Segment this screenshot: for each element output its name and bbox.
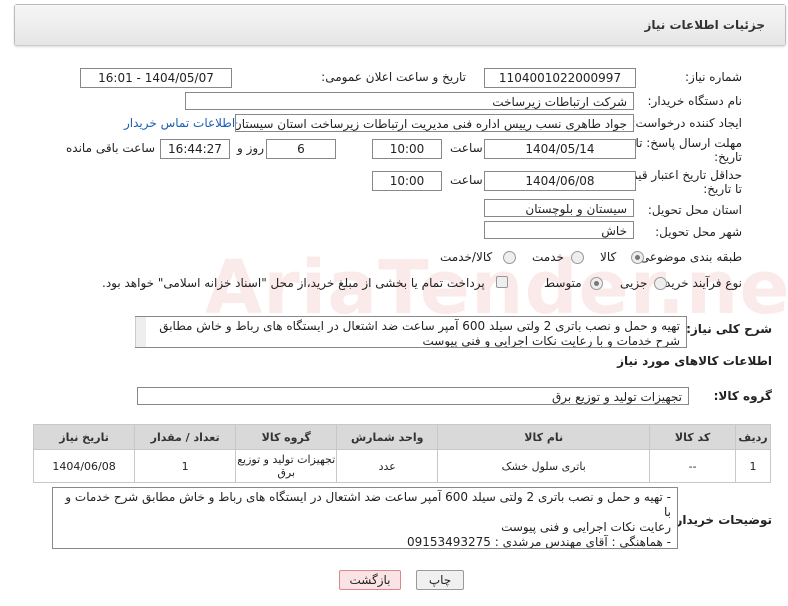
buyer-notes-line-1: - تهیه و حمل و نصب باتری 2 ولتی سیلد 600… bbox=[65, 490, 671, 519]
category-both-radio[interactable] bbox=[503, 251, 516, 264]
col-name: نام کالا bbox=[437, 424, 651, 450]
deadline-time-field: 10:00 bbox=[372, 139, 442, 159]
goods-section-title: اطلاعات کالاهای مورد نیاز bbox=[617, 354, 772, 368]
buyer-org-field: شرکت ارتباطات زیرساخت bbox=[185, 92, 634, 110]
cell-unit: عدد bbox=[336, 449, 439, 483]
process-minor-radio[interactable] bbox=[654, 277, 667, 290]
cell-date: 1404/06/08 bbox=[32, 449, 136, 483]
description-label: شرح کلی نیاز: bbox=[686, 322, 772, 336]
goods-group-field: تجهیزات تولید و توزیع برق bbox=[137, 387, 689, 405]
category-goods-label: کالا bbox=[600, 250, 617, 264]
col-qty: تعداد / مقدار bbox=[134, 424, 237, 450]
payment-note: پرداخت تمام یا بخشی از مبلغ خرید،از محل … bbox=[102, 276, 485, 290]
description-scrollbar[interactable] bbox=[135, 317, 146, 347]
validity-label-2: تا تاریخ: bbox=[703, 182, 742, 196]
buyer-org-label: نام دستگاه خریدار: bbox=[647, 94, 743, 108]
col-code: کد کالا bbox=[649, 424, 736, 450]
creator-field: جواد طاهری نسب رییس اداره فنی مدیریت ارت… bbox=[235, 114, 634, 132]
days-field: 6 bbox=[266, 139, 336, 159]
announce-label: تاریخ و ساعت اعلان عمومی: bbox=[321, 70, 466, 84]
goods-table: ردیف کد کالا نام کالا واحد شمارش گروه کا… bbox=[32, 424, 771, 483]
details-panel: جزئیات اطلاعات نیاز bbox=[14, 4, 786, 46]
need-number-label: شماره نیاز: bbox=[685, 70, 742, 84]
panel-title: جزئیات اطلاعات نیاز bbox=[644, 18, 765, 32]
validity-time-field: 10:00 bbox=[372, 171, 442, 191]
deadline-time-label: ساعت bbox=[450, 141, 483, 155]
city-field: خاش bbox=[484, 221, 634, 239]
need-number-field: 1104001022000997 bbox=[484, 68, 636, 88]
description-textarea[interactable]: تهیه و حمل و نصب باتری 2 ولتی سیلد 600 آ… bbox=[135, 316, 687, 348]
category-label: طبقه بندی موضوعی: bbox=[635, 250, 742, 264]
validity-time-label: ساعت bbox=[450, 173, 483, 187]
process-medium-label: متوسط bbox=[544, 276, 582, 290]
description-text: تهیه و حمل و نصب باتری 2 ولتی سیلد 600 آ… bbox=[159, 319, 680, 348]
category-service-label: خدمت bbox=[532, 250, 564, 264]
announce-field: 1404/05/07 - 16:01 bbox=[80, 68, 232, 88]
col-unit: واحد شمارش bbox=[336, 424, 439, 450]
cell-group: تجهیزات تولید و توزیع برق bbox=[235, 449, 338, 483]
cell-qty: 1 bbox=[134, 449, 237, 483]
deadline-date-field: 1404/05/14 bbox=[484, 139, 636, 159]
days-label: روز و bbox=[237, 141, 264, 155]
col-date: تاریخ نیاز bbox=[32, 424, 136, 450]
process-minor-label: جزیی bbox=[620, 276, 648, 290]
validity-date-field: 1404/06/08 bbox=[484, 171, 636, 191]
city-label: شهر محل تحویل: bbox=[655, 225, 742, 239]
province-field: سیستان و بلوچستان bbox=[484, 199, 634, 217]
category-both-label: کالا/خدمت bbox=[440, 250, 493, 264]
col-group: گروه کالا bbox=[235, 424, 338, 450]
deadline-label-2: تاریخ: bbox=[714, 150, 742, 164]
creator-label: ایجاد کننده درخواست: bbox=[631, 116, 742, 130]
col-row: ردیف bbox=[735, 424, 771, 450]
cell-row: 1 bbox=[735, 449, 771, 483]
back-button[interactable]: بازگشت bbox=[339, 570, 401, 590]
treasury-checkbox[interactable] bbox=[496, 276, 508, 288]
deadline-label: مهلت ارسال پاسخ: تا bbox=[635, 136, 742, 150]
buyer-notes-textarea[interactable]: - تهیه و حمل و نصب باتری 2 ولتی سیلد 600… bbox=[52, 487, 678, 549]
buyer-notes-line-2: رعایت نکات اجرایی و فنی پیوست bbox=[501, 520, 671, 534]
goods-table-header: ردیف کد کالا نام کالا واحد شمارش گروه کا… bbox=[32, 424, 771, 450]
buyer-notes-line-3: - هماهنگی : آقای مهندس مرشدی : 091534932… bbox=[406, 535, 671, 549]
goods-group-label: گروه کالا: bbox=[713, 389, 772, 403]
cell-name: باتری سلول خشک bbox=[437, 449, 651, 483]
process-label: نوع فرآیند خرید : bbox=[657, 276, 742, 290]
remaining-label: ساعت باقی مانده bbox=[66, 141, 156, 155]
category-goods-radio[interactable] bbox=[631, 251, 644, 264]
remaining-time-field: 16:44:27 bbox=[160, 139, 230, 159]
buyer-contact-link[interactable]: اطلاعات تماس خریدار bbox=[124, 116, 235, 130]
panel-header: جزئیات اطلاعات نیاز bbox=[15, 5, 785, 46]
category-service-radio[interactable] bbox=[571, 251, 584, 264]
process-medium-radio[interactable] bbox=[590, 277, 603, 290]
province-label: استان محل تحویل: bbox=[647, 203, 742, 217]
cell-code: -- bbox=[649, 449, 736, 483]
print-button[interactable]: چاپ bbox=[416, 570, 464, 590]
buyer-notes-label: توضیحات خریدار: bbox=[670, 513, 772, 527]
table-row: 1 -- باتری سلول خشک عدد تجهیزات تولید و … bbox=[32, 449, 771, 483]
